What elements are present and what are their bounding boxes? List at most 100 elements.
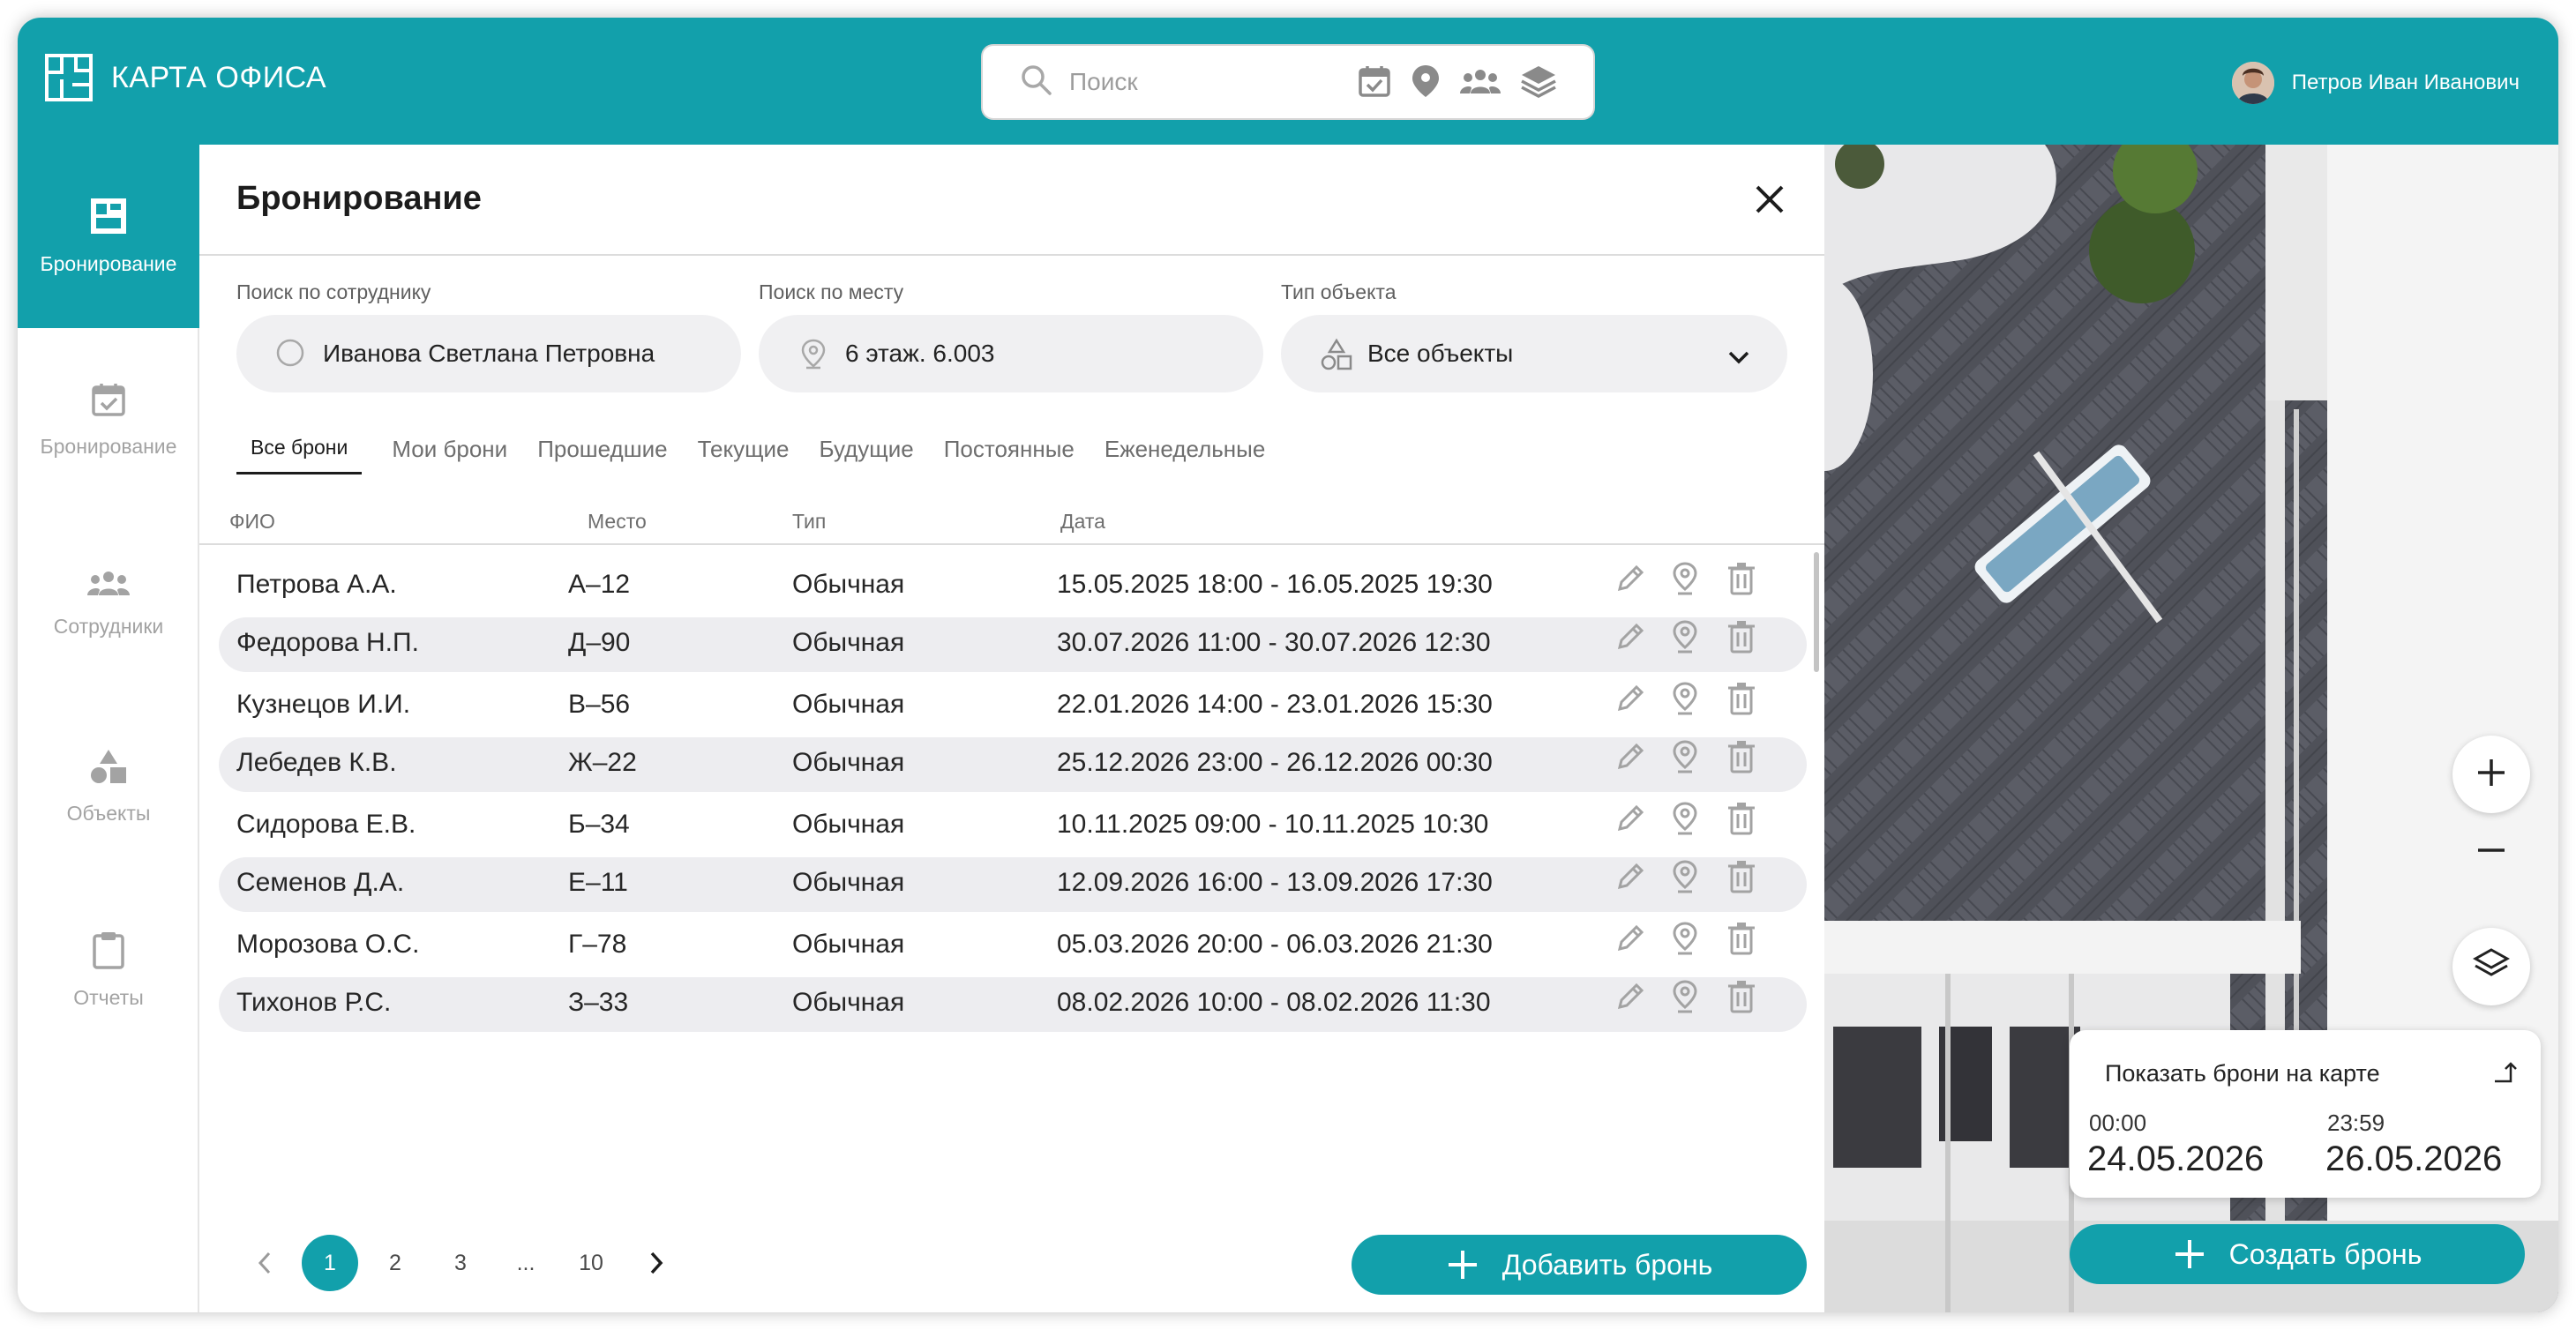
pencil-icon[interactable] [1613, 859, 1648, 899]
from-date[interactable]: 24.05.2026 [2087, 1139, 2264, 1179]
calendar-check-icon [90, 381, 127, 422]
type-filter-value: Все объекты [1367, 340, 1514, 367]
people-icon[interactable] [1459, 65, 1501, 101]
calendar-check-icon[interactable] [1357, 64, 1392, 103]
pencil-icon[interactable] [1613, 561, 1648, 601]
user-menu[interactable]: Петров Иван Иванович [2231, 62, 2520, 104]
tab-current[interactable]: Текущие [698, 436, 790, 475]
create-booking-button[interactable]: Создать бронь [2070, 1224, 2525, 1284]
prev-page-chevron-left-icon[interactable] [236, 1235, 293, 1291]
row-type: Обычная [792, 930, 905, 959]
place-filter-value: 6 этаж. 6.003 [845, 340, 995, 367]
sidebar-item-label: Отчеты [73, 986, 144, 1009]
table-row[interactable]: Сидорова Е.В. Б–34 Обычная 10.11.2025 09… [219, 799, 1807, 854]
search-input[interactable]: Поиск [1069, 68, 1352, 96]
location-pin-icon[interactable] [1669, 979, 1701, 1019]
plus-icon [2476, 758, 2506, 792]
employee-search-input[interactable]: Иванова Светлана Петровна [236, 315, 741, 392]
column-place[interactable]: Место [588, 510, 647, 534]
pencil-icon[interactable] [1613, 681, 1648, 721]
employee-filter-label: Поиск по сотруднику [236, 280, 431, 303]
arrow-up-right-icon[interactable] [2491, 1058, 2518, 1089]
page-button[interactable]: 10 [563, 1235, 619, 1291]
table-row[interactable]: Федорова Н.П. Д–90 Обычная 30.07.2026 11… [219, 617, 1807, 672]
tab-permanent[interactable]: Постоянные [944, 436, 1075, 475]
page-button[interactable]: 3 [432, 1235, 489, 1291]
location-pin-icon[interactable] [1669, 681, 1701, 721]
add-booking-button[interactable]: Добавить бронь [1352, 1235, 1807, 1295]
table-row[interactable]: Тихонов Р.С. З–33 Обычная 08.02.2026 10:… [219, 977, 1807, 1032]
column-type[interactable]: Тип [792, 510, 826, 534]
table-row[interactable]: Кузнецов И.И. В–56 Обычная 22.01.2026 14… [219, 679, 1807, 734]
tab-past[interactable]: Прошедшие [537, 436, 667, 475]
close-icon[interactable] [1752, 182, 1787, 217]
to-time: 23:59 [2327, 1110, 2385, 1136]
page-button[interactable]: 2 [367, 1235, 423, 1291]
app-window: КАРТА ОФИСА Поиск Петров Иван Иванович Б… [18, 18, 2558, 1312]
layers-button[interactable] [2452, 928, 2530, 1005]
to-date[interactable]: 26.05.2026 [2325, 1139, 2502, 1179]
global-search[interactable]: Поиск [981, 44, 1595, 120]
layers-icon [2472, 947, 2511, 987]
page-button[interactable]: 1 [302, 1235, 358, 1291]
table-row[interactable]: Лебедев К.В. Ж–22 Обычная 25.12.2026 23:… [219, 737, 1807, 792]
trash-icon[interactable] [1726, 561, 1757, 601]
next-page-chevron-right-icon[interactable] [628, 1235, 685, 1291]
booking-panel: Бронирование Поиск по сотруднику Иванова… [199, 145, 1824, 1312]
trash-icon[interactable] [1726, 681, 1757, 721]
table-scrollbar[interactable] [1814, 552, 1819, 672]
location-pin-icon[interactable] [1669, 619, 1701, 659]
row-name: Федорова Н.П. [236, 628, 419, 657]
tab-future[interactable]: Будущие [820, 436, 914, 475]
type-select[interactable]: Все объекты [1281, 315, 1787, 392]
pencil-icon[interactable] [1613, 979, 1648, 1019]
tab-weekly[interactable]: Еженедельные [1105, 436, 1265, 475]
divider [199, 543, 1824, 545]
page-ellipsis: ... [516, 1250, 535, 1275]
tab-my-bookings[interactable]: Мои брони [392, 436, 507, 475]
trash-icon[interactable] [1726, 801, 1757, 841]
row-name: Кузнецов И.И. [236, 690, 411, 719]
location-pin-icon[interactable] [1669, 561, 1701, 601]
trash-icon[interactable] [1726, 739, 1757, 779]
location-pin-icon[interactable] [1669, 921, 1701, 960]
trash-icon[interactable] [1726, 921, 1757, 960]
pencil-icon[interactable] [1613, 619, 1648, 659]
trash-icon[interactable] [1726, 859, 1757, 899]
column-name[interactable]: ФИО [229, 510, 275, 534]
add-booking-label: Добавить бронь [1501, 1248, 1713, 1281]
pencil-icon[interactable] [1613, 739, 1648, 779]
map-bookings-card[interactable]: Показать брони на карте 00:00 24.05.2026… [2070, 1030, 2541, 1198]
sidebar-item-label: Бронирование [40, 252, 177, 275]
column-date[interactable]: Дата [1060, 510, 1105, 534]
sidebar-item-objects[interactable]: Объекты [18, 695, 199, 878]
row-name: Тихонов Р.С. [236, 988, 392, 1017]
location-pin-icon[interactable] [1669, 739, 1701, 779]
zoom-out-button[interactable] [2452, 813, 2530, 891]
tab-all-bookings[interactable]: Все брони [236, 436, 363, 474]
row-date: 15.05.2025 18:00 - 16.05.2025 19:30 [1057, 570, 1493, 599]
layers-icon[interactable] [1519, 64, 1558, 103]
location-pin-icon[interactable] [1669, 859, 1701, 899]
sidebar-item-floorplan-booking[interactable]: Бронирование [18, 145, 199, 328]
shapes-outline-icon [1320, 338, 1352, 370]
pencil-icon[interactable] [1613, 921, 1648, 960]
table-row[interactable]: Петрова А.А. А–12 Обычная 15.05.2025 18:… [219, 559, 1807, 614]
sidebar-item-employees[interactable]: Сотрудники [18, 512, 199, 695]
location-pin-icon[interactable] [1669, 801, 1701, 841]
sidebar-item-reports[interactable]: Отчеты [18, 878, 199, 1062]
table-row[interactable]: Морозова О.С. Г–78 Обычная 05.03.2026 20… [219, 919, 1807, 974]
place-search-input[interactable]: 6 этаж. 6.003 [759, 315, 1263, 392]
people-icon [86, 568, 131, 602]
sidebar-item-booking[interactable]: Бронирование [18, 328, 199, 512]
trash-icon[interactable] [1726, 619, 1757, 659]
location-pin-icon[interactable] [1410, 64, 1442, 103]
trash-icon[interactable] [1726, 979, 1757, 1019]
pencil-icon[interactable] [1613, 801, 1648, 841]
row-date: 10.11.2025 09:00 - 10.11.2025 10:30 [1057, 810, 1489, 839]
logo[interactable]: КАРТА ОФИСА [44, 53, 326, 102]
table-row[interactable]: Семенов Д.А. Е–11 Обычная 12.09.2026 16:… [219, 857, 1807, 912]
row-name: Сидорова Е.В. [236, 810, 416, 839]
zoom-in-button[interactable] [2452, 736, 2530, 813]
avatar [2231, 62, 2274, 104]
